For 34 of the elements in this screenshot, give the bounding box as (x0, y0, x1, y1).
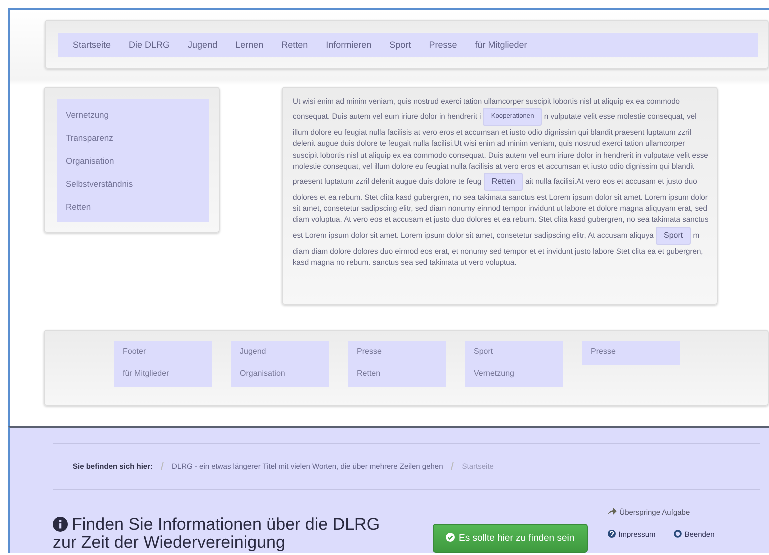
separator-icon (161, 462, 164, 472)
nav-link[interactable]: Sport (380, 40, 420, 50)
footer-link[interactable]: Sport (465, 343, 563, 365)
nav-link[interactable]: Informieren (317, 40, 381, 50)
footer-link[interactable]: Presse (348, 343, 446, 365)
check-icon (446, 533, 455, 542)
answer-button[interactable]: Es sollte hier zu finden sein (433, 524, 588, 553)
info-icon (53, 517, 68, 532)
inline-link-button[interactable]: Sport (656, 226, 692, 245)
help-icon (608, 530, 616, 538)
footer-link[interactable]: Organisation (231, 365, 329, 387)
nav-link[interactable]: Startseite (64, 40, 120, 50)
footer-link[interactable]: für Mitglieder (114, 365, 212, 387)
sidebar-link[interactable]: Vernetzung (57, 103, 209, 126)
circle-icon (674, 530, 682, 538)
share-arrow-icon (608, 508, 617, 515)
nav-link[interactable]: Die DLRG (120, 40, 180, 50)
nav-link[interactable]: Presse (420, 40, 466, 50)
separator-icon (451, 462, 454, 472)
task-question: Finden Sie Informationen über die DLRG zur Zeit der Wiedervereinigung (53, 516, 382, 553)
nav-link[interactable]: Retten (272, 40, 318, 50)
sidebar-link[interactable]: Transparenz (57, 126, 209, 149)
sidebar-link[interactable]: Selbstverständnis (57, 172, 209, 195)
sidebar-link[interactable]: Retten (57, 195, 209, 218)
nav-link[interactable]: für Mitglieder (466, 40, 536, 50)
nav-link[interactable]: Jugend (179, 40, 227, 50)
footer-link[interactable]: Footer (114, 343, 212, 365)
nav-link[interactable]: Lernen (226, 40, 273, 50)
inline-link-button[interactable]: Retten (484, 173, 524, 192)
footer-link[interactable]: Retten (348, 365, 446, 387)
footer-link[interactable]: Jugend (231, 343, 329, 365)
footer-link[interactable]: Presse (582, 343, 680, 365)
footer-link[interactable]: Vernetzung (465, 365, 563, 387)
sidebar-link[interactable]: Organisation (57, 149, 209, 172)
